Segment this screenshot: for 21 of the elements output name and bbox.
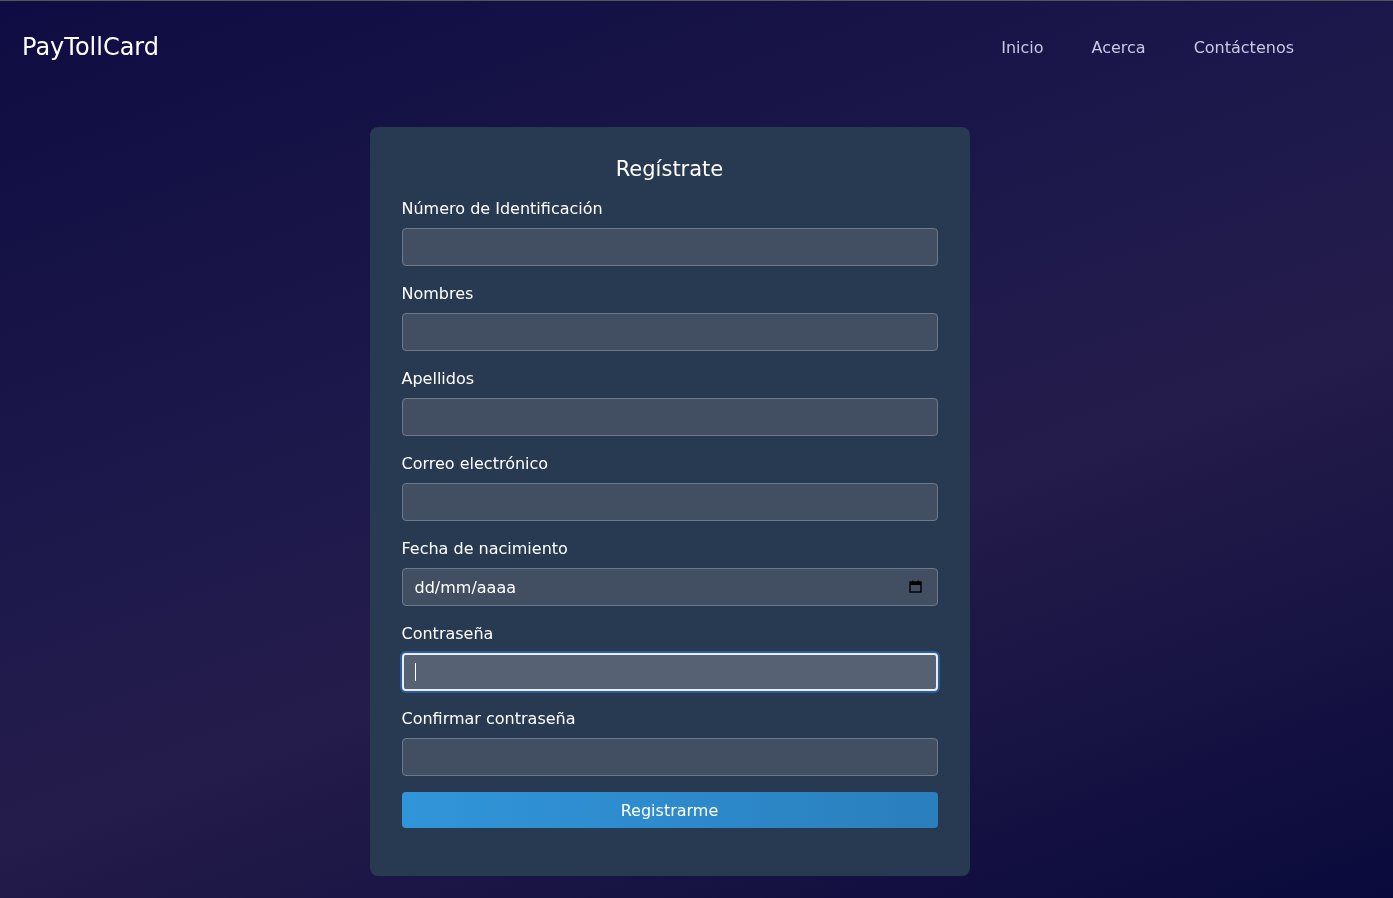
input-field[interactable] [401,398,938,436]
form-title: Regístrate [614,157,725,181]
text-cursor [414,663,416,681]
input-field[interactable] [401,228,938,266]
nav-link[interactable]: Contáctenos [1193,37,1294,57]
input-field[interactable] [401,313,938,351]
brand-logo[interactable]: PayTollCard [22,33,160,61]
register-button[interactable]: Registrarme [401,792,938,828]
input-field[interactable] [401,483,938,521]
field-label: Número de Identificación [401,199,604,218]
field-label: Apellidos [401,369,476,388]
field-label: Nombres [401,284,475,303]
field-label: Fecha de nacimiento [401,539,569,558]
nav-link[interactable]: Acerca [1091,37,1146,57]
field-label: Contraseña [401,624,495,643]
calendar-icon[interactable] [908,580,922,593]
field-label: Confirmar contraseña [401,709,577,728]
input-field[interactable]: dd/mm/aaaa [401,568,938,606]
input-field[interactable] [401,738,938,776]
field-label: Correo electrónico [401,454,550,473]
nav-link[interactable]: Inicio [1001,37,1044,57]
